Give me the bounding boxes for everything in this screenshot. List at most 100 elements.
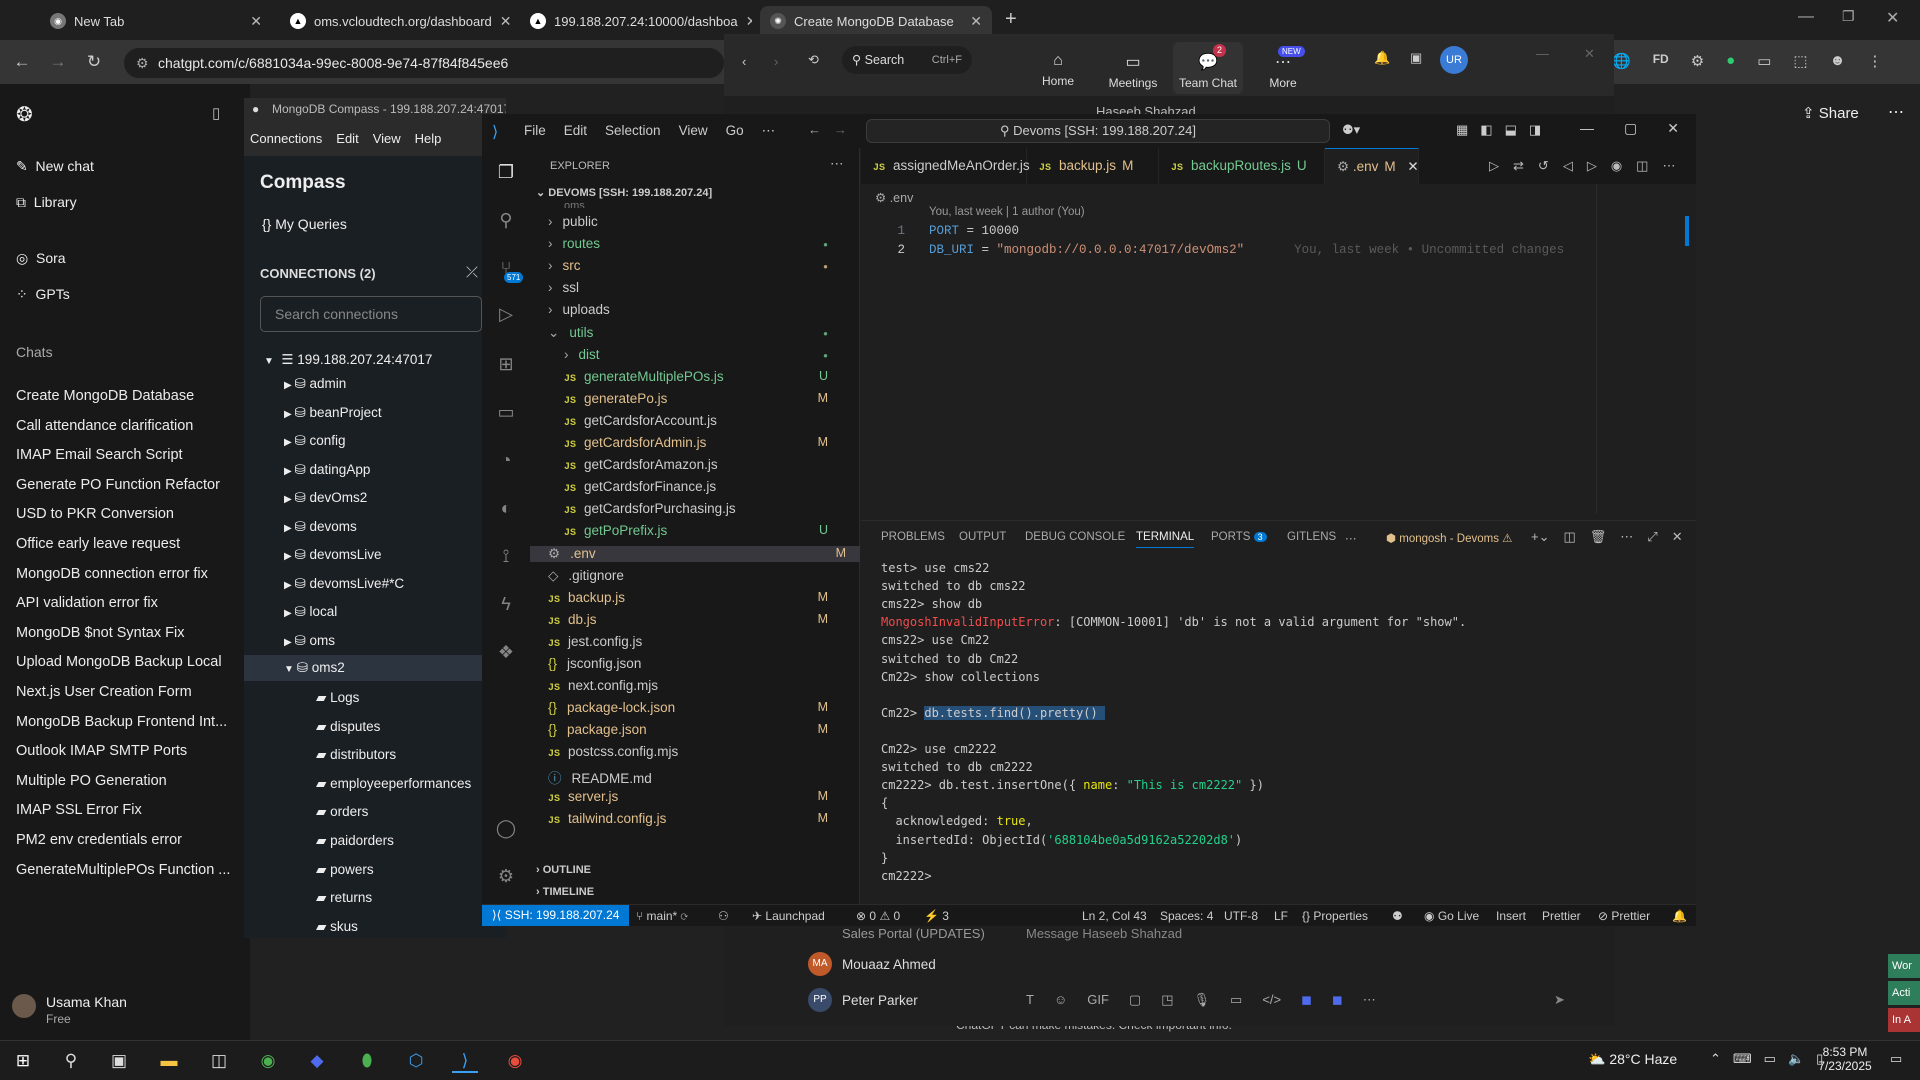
workspace-root[interactable]: ⌄ DEVOMS [SSH: 199.188.207.24] xyxy=(536,186,712,199)
forward-icon[interactable]: › xyxy=(774,54,778,69)
gpts-button[interactable]: ⁘ GPTs xyxy=(16,286,70,303)
copilot-status-icon[interactable]: ⚉ xyxy=(1392,909,1403,923)
teams-nav-meetings[interactable]: ▭ Meetings xyxy=(1098,52,1168,90)
more-icon[interactable]: ⋯ xyxy=(1345,531,1357,545)
menu-edit[interactable]: Edit xyxy=(564,123,587,139)
gitlens-inspect-icon[interactable]: ⟟ xyxy=(494,544,518,568)
menu-view[interactable]: View xyxy=(373,131,401,146)
python-icon[interactable]: ❖ xyxy=(494,640,518,664)
task-view-icon[interactable]: ▣ xyxy=(106,1049,132,1073)
app-icon[interactable]: ⬡ xyxy=(403,1049,429,1073)
chevron-up-icon[interactable]: ⌃ xyxy=(1710,1051,1721,1067)
file-tree-item[interactable]: JS getPoPrefix.js U xyxy=(564,523,842,539)
new-chat-button[interactable]: ✎ New chat xyxy=(16,158,94,175)
search-icon[interactable]: ⚲ xyxy=(494,208,518,232)
more-icon[interactable]: ⋯ xyxy=(1662,158,1675,174)
menu-selection[interactable]: Selection xyxy=(605,123,661,139)
secondary-sidebar-icon[interactable]: ◨ xyxy=(1529,122,1541,138)
remote-explorer-icon[interactable]: ▭ xyxy=(494,400,518,424)
minimize-button[interactable]: — xyxy=(1580,120,1594,137)
avatar[interactable] xyxy=(12,994,36,1018)
store-icon[interactable]: ◫ xyxy=(206,1049,232,1073)
more-icon[interactable]: ⋯ xyxy=(1363,992,1376,1008)
calendar-icon[interactable]: ▣ xyxy=(1410,50,1422,66)
sticker-icon[interactable]: ▢ xyxy=(1129,992,1141,1008)
file-tree-item[interactable]: {} jsconfig.json xyxy=(548,656,842,671)
code-line[interactable]: PORT = 10000 xyxy=(929,224,1019,238)
history-icon[interactable]: ⟲ xyxy=(808,52,819,68)
file-tree-item[interactable]: {} package-lock.json M xyxy=(548,700,842,715)
clock[interactable]: 8:53 PM 7/23/2025 xyxy=(1810,1045,1880,1073)
database-item[interactable]: ▼ ⛁ oms2 xyxy=(244,655,482,681)
database-item[interactable]: ▶ ⛁ local xyxy=(284,604,337,620)
run-icon[interactable]: ▷ xyxy=(1489,158,1499,174)
gitlens-icon[interactable]: ◔ xyxy=(494,448,518,472)
chat-list-item[interactable]: Generate PO Function Refactor xyxy=(16,477,234,493)
app-icon[interactable]: ◼ xyxy=(1301,992,1312,1008)
branch-indicator[interactable]: ⑂ main* ⟳ xyxy=(636,909,688,923)
prev-change-icon[interactable]: ◁ xyxy=(1563,158,1573,174)
notification-center-icon[interactable]: ▭ xyxy=(1890,1051,1902,1067)
file-tree-item[interactable]: JS next.config.mjs xyxy=(548,678,842,694)
timeline-icon[interactable]: ◐ xyxy=(494,496,518,520)
thunder-icon[interactable]: ϟ xyxy=(494,592,518,616)
split-editor-icon[interactable]: ◫ xyxy=(1636,158,1648,174)
outline-section[interactable]: › OUTLINE xyxy=(536,864,591,876)
file-tree-item[interactable]: JS backup.js M xyxy=(548,590,842,606)
chat-list-item[interactable]: Office early leave request xyxy=(16,536,234,552)
chat-list-item[interactable]: Create MongoDB Database xyxy=(16,388,234,404)
contact-item[interactable]: MA Mouaaz Ahmed xyxy=(808,952,936,976)
collection-item[interactable]: ▰ employeeperformances xyxy=(316,776,471,792)
file-tree-item[interactable]: › routes ● xyxy=(548,236,842,251)
file-tree-item[interactable]: › public xyxy=(548,214,842,229)
tab-gitlens[interactable]: GITLENS xyxy=(1287,531,1336,543)
file-tree-item[interactable]: ⌄ utils ● xyxy=(548,325,842,341)
share-button[interactable]: ⇪ Share xyxy=(1802,104,1859,122)
terminal-instance[interactable]: ⬢ mongosh - Devoms ⚠ xyxy=(1386,531,1512,545)
contact-item[interactable]: PP Peter Parker xyxy=(808,988,918,1012)
encoding[interactable]: UTF-8 xyxy=(1224,909,1258,923)
language-mode[interactable]: {} Properties xyxy=(1302,909,1368,923)
prettier-check[interactable]: ⊘ Prettier xyxy=(1598,909,1650,923)
chat-list-item[interactable]: Outlook IMAP SMTP Ports xyxy=(16,743,234,759)
editor-tab[interactable]: ⚙ .env M ✕ xyxy=(1325,148,1419,184)
video-icon[interactable]: ▭ xyxy=(1230,992,1242,1008)
database-item[interactable]: ▶ ⛁ devomsLive xyxy=(284,547,382,563)
run-debug-icon[interactable]: ▷ xyxy=(494,302,518,326)
windows-start-icon[interactable]: ⊞ xyxy=(10,1049,36,1073)
format-icon[interactable]: T xyxy=(1026,992,1034,1008)
collapse-icon[interactable]: ⤫ xyxy=(466,264,478,281)
tab-ports[interactable]: PORTS 3 xyxy=(1211,531,1267,543)
minimize-button[interactable]: — xyxy=(1798,8,1814,26)
chat-list-item[interactable]: MongoDB connection error fix xyxy=(16,566,234,582)
close-icon[interactable]: ✕ xyxy=(1404,159,1418,174)
launchpad[interactable]: ✈ Launchpad xyxy=(752,909,825,923)
gitlens-icon[interactable]: ◉ xyxy=(1611,158,1622,174)
extension-icon[interactable]: ● xyxy=(1726,52,1735,70)
globe-icon[interactable]: 🌐 xyxy=(1612,52,1631,70)
chat-list-item[interactable]: Call attendance clarification xyxy=(16,418,234,434)
site-info-icon[interactable]: ⚙ xyxy=(136,48,149,78)
browser-tab-1[interactable]: ▲ oms.vcloudtech.org/dashboard ✕ xyxy=(280,6,512,36)
collection-item[interactable]: ▰ distributors xyxy=(316,747,396,763)
close-icon[interactable]: ✕ xyxy=(250,13,262,30)
puzzle-icon[interactable]: ⬚ xyxy=(1793,52,1807,70)
compare-icon[interactable]: ⇄ xyxy=(1513,158,1524,174)
minimize-button[interactable]: — xyxy=(1536,46,1549,61)
maximize-panel-icon[interactable]: ⤢ xyxy=(1647,529,1657,545)
code-icon[interactable]: </> xyxy=(1262,992,1281,1008)
window-close-button[interactable]: ✕ xyxy=(1667,120,1679,137)
file-tree-item[interactable]: › ssl xyxy=(548,280,842,295)
browser-tab-3[interactable]: ✺ Create MongoDB Database ✕ xyxy=(760,6,992,36)
file-tree-item[interactable]: JS getCardsforPurchasing.js xyxy=(564,501,842,517)
chrome-profile-icon[interactable]: ◉ xyxy=(502,1049,528,1073)
network-icon[interactable]: ▭ xyxy=(1764,1051,1776,1067)
settings-gear-icon[interactable]: ⚙ xyxy=(494,864,518,888)
widget-wor[interactable]: Wor xyxy=(1888,954,1920,978)
my-queries-link[interactable]: {} My Queries xyxy=(262,216,347,232)
close-icon[interactable]: ✕ xyxy=(500,13,512,30)
file-tree-item[interactable]: › src ● xyxy=(548,258,842,273)
collection-item[interactable]: ▰ skus xyxy=(316,919,358,935)
more-options-icon[interactable]: ⋯ xyxy=(1888,102,1904,122)
search-connections-input[interactable]: Search connections xyxy=(260,296,482,332)
